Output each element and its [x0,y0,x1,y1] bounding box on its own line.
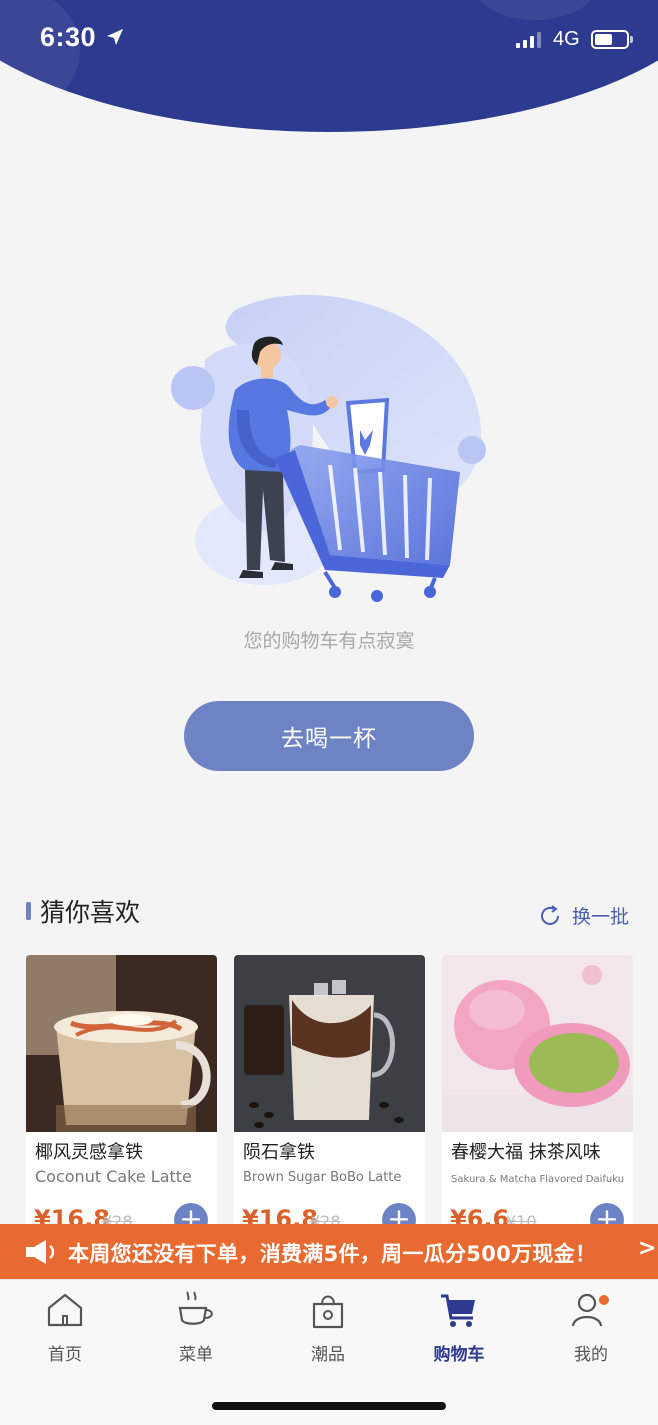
home-indicator [212,1402,446,1410]
product-card[interactable]: 陨石拿铁 Brown Sugar BoBo Latte ¥16.8 ¥28 + [234,955,425,1235]
battery-level [595,34,612,45]
bag-icon [312,1295,344,1329]
product-english-name: Brown Sugar BoBo Latte [243,1170,402,1185]
product-card[interactable]: 春樱大福 抹茶风味 Sakura & Matcha Flavored Daifu… [442,955,633,1235]
tab-label: 首页 [48,1345,82,1365]
refresh-button[interactable]: 换一批 [538,902,629,929]
home-icon [47,1293,83,1327]
product-card[interactable]: 椰风灵感拿铁 Coconut Cake Latte ¥16.8 ¥28 + [26,955,217,1235]
megaphone-icon [26,1240,55,1264]
empty-cart-message: 您的购物车有点寂寞 [243,630,415,652]
refresh-label: 换一批 [572,906,630,928]
product-name: 春樱大福 抹茶风味 [451,1142,601,1163]
network-type: 4G [553,28,580,50]
cup-icon [178,1291,213,1325]
promo-banner[interactable]: 本周您还没有下单，消费满5件，周一瓜分500万现金！ > [0,1224,658,1279]
product-name: 椰风灵感拿铁 [35,1142,143,1163]
battery-icon [591,30,629,49]
recommendations-header: 猜你喜欢 换一批 [0,888,658,938]
status-bar: 6:30 4G [0,0,658,80]
product-english-name: Sakura & Matcha Flavored Daifuku [451,1174,625,1185]
tab-label: 菜单 [179,1345,213,1365]
tab-menu[interactable]: 菜单 [146,1290,246,1370]
tab-label: 潮品 [311,1345,345,1365]
tab-home[interactable]: 首页 [15,1290,115,1370]
empty-cart-illustration [171,294,486,602]
signal-icon [516,32,541,48]
recommendations-title: 猜你喜欢 [40,898,141,927]
go-drink-button[interactable]: 去喝一杯 [184,701,474,771]
product-image-coconut-latte [26,955,217,1132]
product-name: 陨石拿铁 [243,1142,315,1163]
promo-text: 本周您还没有下单，消费满5件，周一瓜分500万现金！ [68,1242,597,1266]
refresh-icon [541,904,559,925]
cart-icon [441,1294,475,1327]
tab-profile[interactable]: 我的 [541,1290,641,1370]
battery-tip [630,36,633,43]
product-image-brown-sugar-latte [234,955,425,1132]
section-marker [26,902,31,920]
tab-trend[interactable]: 潮品 [278,1290,378,1370]
user-icon [571,1293,609,1327]
product-english-name: Coconut Cake Latte [35,1167,192,1186]
promo-arrow-icon: > [638,1236,657,1261]
recommendation-list: 椰风灵感拿铁 Coconut Cake Latte ¥16.8 ¥28 + 陨石… [26,955,636,1235]
tab-label: 我的 [574,1345,608,1365]
product-image-sakura-daifuku [442,955,633,1132]
tab-cart[interactable]: 购物车 [409,1290,509,1370]
location-arrow-icon [107,29,123,45]
tab-label: 购物车 [433,1345,485,1365]
status-time: 6:30 [40,22,97,52]
